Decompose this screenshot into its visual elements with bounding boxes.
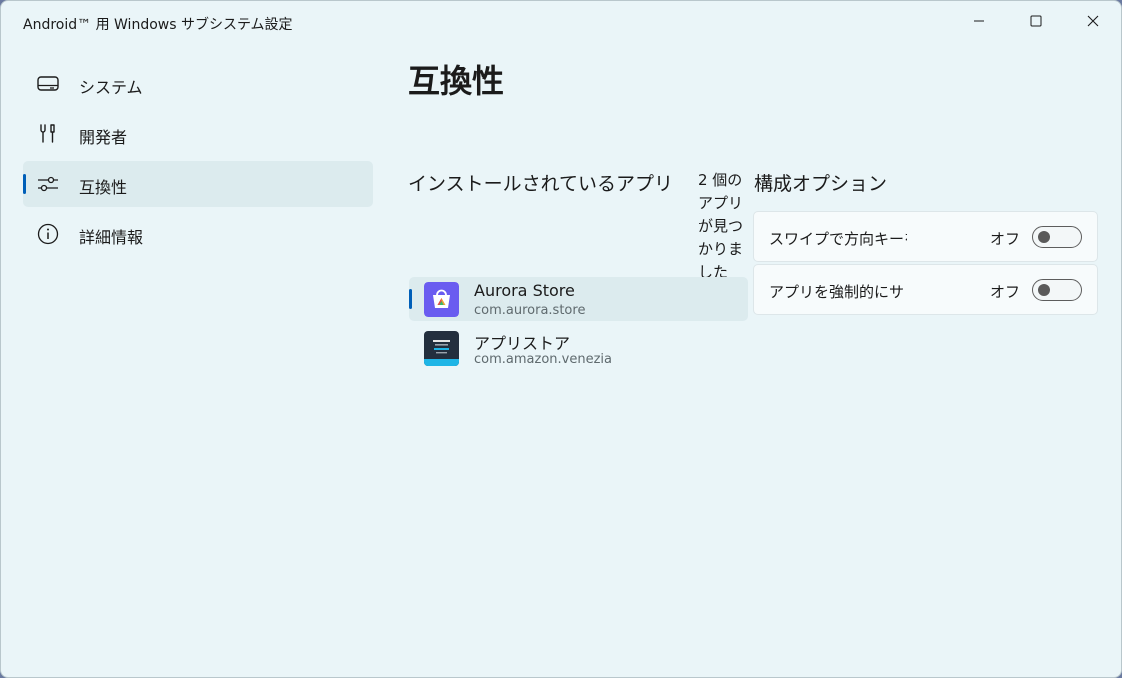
title-bar: Android™ 用 Windows サブシステム設定 <box>1 1 1121 45</box>
sidebar-item-label: 詳細情報 <box>79 228 144 247</box>
settings-window: Android™ 用 Windows サブシステム設定 システム 開発者 互換性… <box>0 0 1122 678</box>
app-name: アプリストア <box>474 334 571 353</box>
developer-tools-icon <box>36 122 60 146</box>
sliders-icon <box>36 172 60 196</box>
toggle-switch[interactable] <box>1032 226 1082 248</box>
apps-count-text: 2 個のアプリが見つかりました <box>698 171 744 281</box>
app-item-amazon-appstore[interactable]: アプリストア com.amazon.venezia <box>409 326 748 370</box>
sidebar-item-compatibility[interactable]: 互換性 <box>23 161 373 207</box>
toggle-state-text: オフ <box>990 283 1021 301</box>
sidebar-item-developer[interactable]: 開発者 <box>23 111 373 157</box>
sidebar-item-system[interactable]: システム <box>23 61 373 107</box>
maximize-button[interactable] <box>1008 1 1064 41</box>
option-force-app-size: アプリを強制的にサ オフ <box>753 264 1098 315</box>
selection-indicator <box>409 289 412 309</box>
amazon-appstore-icon <box>424 331 459 366</box>
sidebar-item-about[interactable]: 詳細情報 <box>23 211 373 257</box>
maximize-icon <box>1030 15 1042 27</box>
minimize-button[interactable] <box>951 1 1007 41</box>
toggle-switch[interactable] <box>1032 279 1082 301</box>
selection-indicator <box>23 174 26 194</box>
system-icon <box>36 72 60 96</box>
option-label: アプリを強制的にサ <box>769 283 905 301</box>
sidebar-item-label: 開発者 <box>79 128 128 147</box>
sidebar-item-label: システム <box>79 78 143 97</box>
toggle-knob <box>1038 284 1050 296</box>
aurora-store-icon <box>424 282 459 317</box>
window-title: Android™ 用 Windows サブシステム設定 <box>23 17 293 33</box>
close-button[interactable] <box>1065 1 1121 41</box>
option-swipe-to-arrow-keys: スワイプで方向キーを オフ <box>753 211 1098 262</box>
app-package: com.amazon.venezia <box>474 352 612 367</box>
minimize-icon <box>974 20 984 22</box>
sidebar-item-label: 互換性 <box>79 178 128 197</box>
close-icon <box>1087 15 1099 27</box>
page-title: 互換性 <box>408 62 505 100</box>
app-name: Aurora Store <box>474 281 575 300</box>
info-icon <box>36 222 60 246</box>
config-options-heading: 構成オプション <box>754 173 888 195</box>
installed-apps-heading: インストールされているアプリ <box>408 173 674 195</box>
app-item-aurora-store[interactable]: Aurora Store com.aurora.store <box>409 277 748 321</box>
option-label: スワイプで方向キーを <box>769 230 907 248</box>
toggle-state-text: オフ <box>990 230 1021 248</box>
app-package: com.aurora.store <box>474 303 586 318</box>
toggle-knob <box>1038 231 1050 243</box>
